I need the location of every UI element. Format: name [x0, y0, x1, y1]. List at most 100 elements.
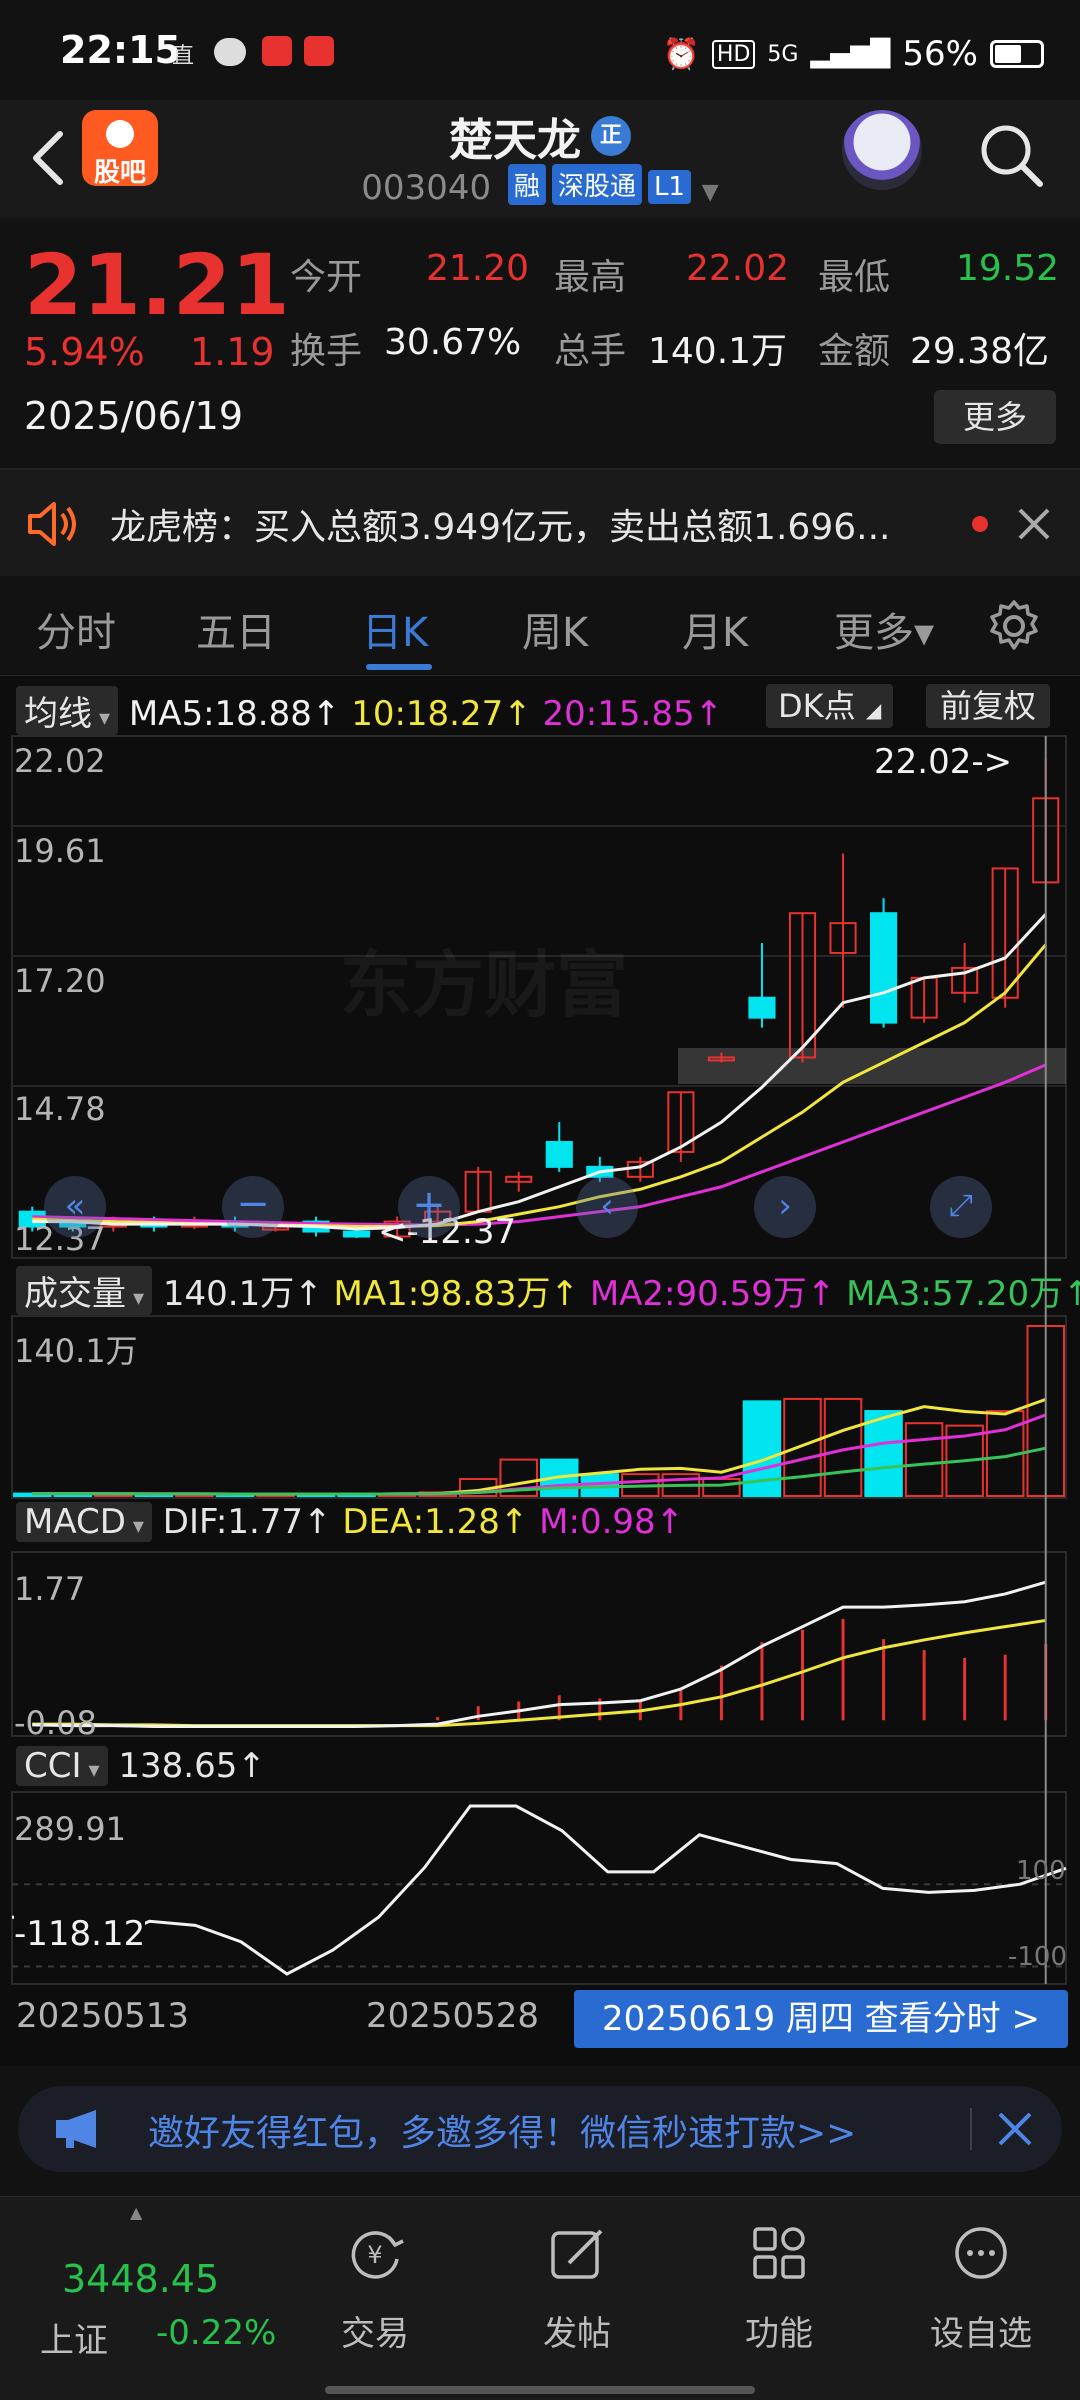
battery-text: 56%: [902, 34, 978, 74]
volume-bar: [864, 1410, 903, 1497]
candle-body: [545, 1141, 573, 1168]
stock-code-row[interactable]: 003040 融深股通 L1 ▼: [0, 164, 1080, 208]
change-percent: 5.94%: [24, 330, 145, 374]
quote-date: 2025/06/19: [24, 394, 244, 438]
close-icon[interactable]: [1016, 506, 1052, 542]
gear-icon[interactable]: [986, 598, 1042, 654]
cci-selector[interactable]: CCI: [16, 1746, 108, 1786]
cci-axis-bottom: -118.12: [14, 1914, 146, 1954]
date-axis-mid: 20250528: [366, 1996, 540, 2036]
cci-ref-low: -100: [1008, 1942, 1068, 1972]
cci-axis-top: 289.91: [14, 1810, 126, 1848]
index-name: 上证: [40, 2321, 108, 2361]
status-right: ⏰ HD 5G ▂▄▆█ 56%: [663, 34, 1044, 74]
megaphone-icon: [56, 2110, 96, 2148]
home-indicator: [325, 2386, 755, 2394]
promo-text[interactable]: 邀好友得红包，多邀多得！微信秒速打款>>: [148, 2104, 856, 2156]
price-axis-label: 22.02: [14, 742, 106, 780]
panel-frame: [11, 1315, 1067, 1499]
active-tab-indicator: [366, 664, 432, 670]
status-time: 22:15: [60, 28, 181, 72]
candle-body: [870, 912, 898, 1024]
nav-trade[interactable]: ¥ 交易: [300, 2223, 450, 2355]
candle-body: [748, 996, 776, 1019]
low-label: 最低: [818, 257, 891, 298]
view-intraday-bar[interactable]: 20250619 周四 查看分时 >: [574, 1990, 1068, 2048]
volume-bar: [783, 1397, 822, 1497]
tag-connect: 深股通: [551, 164, 642, 205]
turnover-label: 换手: [290, 331, 363, 372]
open-label: 今开: [290, 257, 363, 298]
stock-name: 楚天龙: [449, 115, 581, 166]
volume-ma1: MA1:98.83万↑: [333, 1274, 580, 1314]
tab-intraday[interactable]: 分时: [36, 600, 116, 658]
app-notification-icon: [262, 36, 292, 66]
ma20-line: [32, 1063, 1047, 1227]
nav-post[interactable]: 发帖: [502, 2223, 652, 2355]
wechat-icon: [214, 38, 246, 66]
macd-dea-line: [32, 1618, 1046, 1728]
stock-code: 003040: [361, 168, 492, 208]
fullscreen-button[interactable]: ⤢: [930, 1176, 992, 1238]
chart-canvas[interactable]: [0, 676, 1080, 2066]
nav-functions[interactable]: 功能: [704, 2223, 854, 2355]
more-button[interactable]: 更多: [934, 390, 1056, 444]
low-value: 19.52: [956, 248, 1060, 289]
tab-daily-k[interactable]: 日K: [362, 600, 428, 658]
kline-chart-panel[interactable]: 均线 MA5:18.88↑ 10:18.27↑ 20:15.85↑ DK点 ◢ …: [0, 676, 1080, 2066]
invite-promo-banner[interactable]: 邀好友得红包，多邀多得！微信秒速打款>>: [18, 2086, 1062, 2172]
macd-selector[interactable]: MACD: [16, 1502, 152, 1542]
scroll-right-button[interactable]: ›: [754, 1176, 816, 1238]
high-marker: 22.02->: [874, 742, 1013, 782]
edit-icon: [551, 2229, 603, 2279]
open-value: 21.20: [426, 248, 530, 289]
macd-legend: MACD DIF:1.77↑ DEA:1.28↑ M:0.98↑: [16, 1502, 684, 1542]
robot-assistant-avatar[interactable]: [842, 110, 922, 190]
chevron-down-icon[interactable]: ▼: [702, 180, 719, 205]
quote-panel: 21.21 5.94% 1.19 2025/06/19 今开 21.20 最高 …: [0, 218, 1080, 468]
macd-dea: DEA:1.28↑: [342, 1502, 529, 1542]
date-axis-start: 20250513: [16, 1996, 190, 2036]
index-change: -0.22%: [156, 2313, 277, 2353]
scroll-left-fast-button[interactable]: «: [44, 1176, 106, 1238]
macd-m: M:0.98↑: [539, 1502, 685, 1542]
alarm-icon: ⏰: [662, 36, 700, 72]
search-icon[interactable]: [976, 120, 1046, 190]
volume-selector[interactable]: 成交量: [16, 1266, 153, 1315]
volume-legend: 成交量 140.1万↑ MA1:98.83万↑ MA2:90.59万↑ MA3:…: [16, 1266, 1080, 1315]
price-axis-label: 19.61: [14, 832, 106, 870]
signal-icon: ▂▄▆█: [810, 39, 891, 69]
last-price: 21.21: [24, 236, 290, 334]
hd-icon: HD: [711, 39, 756, 69]
turnover-value: 30.67%: [384, 322, 522, 363]
dragon-tiger-notice[interactable]: 龙虎榜：买入总额3.949亿元，卖出总额1.696...: [0, 468, 1080, 576]
status-bar: 22:15 直 ⏰ HD 5G ▂▄▆█ 56%: [0, 0, 1080, 100]
nav-post-label: 发帖: [543, 2314, 611, 2354]
tag-level: L1: [647, 170, 691, 204]
tab-five-day[interactable]: 五日: [196, 600, 276, 658]
more-icon: [955, 2227, 1007, 2279]
macd-axis-bottom: -0.08: [14, 1704, 97, 1742]
promo-divider: [970, 2108, 972, 2150]
price-axis-label: 14.78: [14, 1090, 106, 1128]
tab-monthly-k[interactable]: 月K: [682, 600, 748, 658]
scroll-left-button[interactable]: ‹: [576, 1176, 638, 1238]
cci-value: 138.65↑: [118, 1746, 266, 1786]
nav-add-watchlist-label: 设自选: [930, 2314, 1032, 2354]
tab-more[interactable]: 更多▾: [834, 600, 934, 658]
nav-add-watchlist[interactable]: 设自选: [906, 2223, 1056, 2355]
nav-functions-label: 功能: [745, 2314, 813, 2354]
notice-text[interactable]: 龙虎榜：买入总额3.949亿元，卖出总额1.696...: [110, 498, 940, 550]
amount-value: 29.38亿: [910, 331, 1050, 372]
trade-icon: ¥: [351, 2231, 404, 2279]
tag-margin: 融: [507, 164, 546, 205]
index-value[interactable]: 3448.45: [62, 2257, 219, 2301]
tab-weekly-k[interactable]: 周K: [522, 600, 588, 658]
zoom-in-button[interactable]: +: [398, 1176, 460, 1238]
change-amount: 1.19: [190, 330, 275, 374]
zoom-out-button[interactable]: −: [222, 1176, 284, 1238]
volume-now: 140.1万↑: [162, 1274, 323, 1314]
close-icon[interactable]: [996, 2110, 1034, 2148]
svg-text:¥: ¥: [367, 2241, 382, 2269]
cci-legend: CCI 138.65↑: [16, 1746, 266, 1786]
